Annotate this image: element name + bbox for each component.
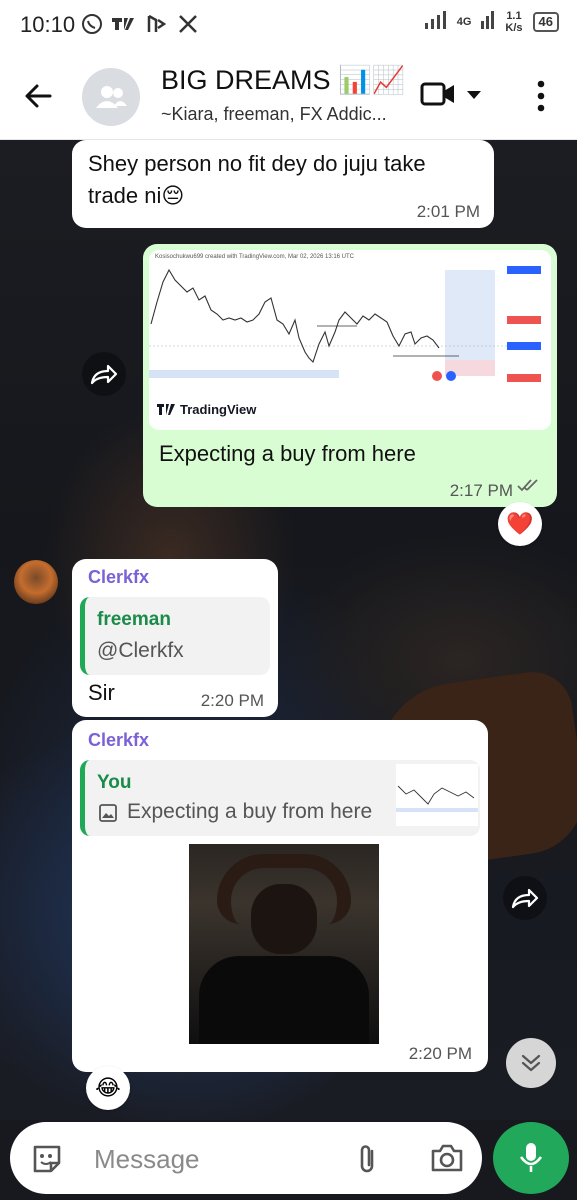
message-input[interactable]: Message	[10, 1122, 482, 1194]
quoted-message[interactable]: freeman @Clerkfx	[80, 597, 270, 675]
message-bubble-incoming[interactable]: Clerkfx freeman @Clerkfx Sir 2:20 PM	[72, 559, 278, 717]
message-bubble-outgoing[interactable]: Kosisochukwu699 created with TradingView…	[143, 244, 557, 507]
message-reaction[interactable]: ❤️	[498, 502, 542, 546]
network-type: 4G	[456, 16, 472, 28]
battery-indicator: 46	[532, 12, 559, 32]
chevron-down-icon	[521, 1054, 541, 1072]
read-receipt-icon	[517, 478, 543, 497]
chart-image-graphic	[149, 266, 541, 382]
meme-image-hands	[217, 854, 351, 924]
message-time: 2:20 PM	[408, 1044, 472, 1063]
mic-icon	[519, 1143, 543, 1172]
message-time: 2:17 PM	[449, 481, 513, 500]
quoted-chart-thumbnail	[396, 764, 478, 826]
chat-header: BIG DREAMS 📊📈 ~Kiara, freeman, FX Addic.…	[0, 50, 577, 140]
group-title-emoji: 📊📈	[338, 65, 406, 95]
message-text: Shey person no fit dey do juju take trad…	[88, 148, 468, 212]
quoted-text: Expecting a buy from here	[127, 800, 373, 823]
quoted-sender: You	[97, 772, 132, 793]
meme-image[interactable]	[189, 844, 379, 1044]
message-bubble-incoming[interactable]: Shey person no fit dey do juju take trad…	[72, 140, 494, 228]
quoted-sender: freeman	[97, 609, 171, 630]
tradingview-logo: TradingView	[157, 402, 256, 417]
composer-bar: Message	[0, 1120, 577, 1200]
message-time: 2:01 PM	[416, 202, 480, 221]
attach-icon[interactable]	[356, 1142, 380, 1181]
message-time: 2:20 PM	[200, 691, 264, 710]
sender-name[interactable]: Clerkfx	[88, 567, 149, 588]
message-placeholder: Message	[94, 1144, 200, 1174]
video-call-button[interactable]	[420, 78, 492, 114]
chart-image-header: Kosisochukwu699 created with TradingView…	[155, 254, 354, 260]
quoted-text: @Clerkfx	[97, 639, 184, 662]
mic-button[interactable]	[493, 1122, 569, 1194]
group-name: BIG DREAMS	[161, 65, 331, 95]
chart-image[interactable]: Kosisochukwu699 created with TradingView…	[149, 250, 551, 430]
back-arrow-icon[interactable]	[20, 78, 56, 114]
whatsapp-icon	[80, 12, 104, 36]
sender-name[interactable]: Clerkfx	[88, 730, 149, 751]
message-text: Expecting a buy from here	[159, 441, 416, 466]
status-time: 10:10	[20, 12, 76, 37]
message-body: Shey person no fit dey do juju take trad…	[88, 151, 426, 208]
sticker-icon[interactable]	[30, 1142, 64, 1181]
group-title[interactable]: BIG DREAMS 📊📈	[161, 64, 405, 96]
cube-icon	[144, 12, 168, 36]
status-right: 4G 1.1 K/s 46	[424, 10, 559, 34]
meme-image-body	[199, 956, 369, 1044]
group-members[interactable]: ~Kiara, freeman, FX Addic...	[161, 104, 401, 125]
more-vert-icon[interactable]	[528, 78, 554, 114]
scroll-to-bottom-button[interactable]	[506, 1038, 556, 1088]
chat-area[interactable]: Shey person no fit dey do juju take trad…	[0, 140, 577, 1120]
dropdown-icon	[466, 87, 482, 105]
message-bubble-incoming[interactable]: Clerkfx You Expecting a buy from here 2:…	[72, 720, 488, 1072]
sender-avatar[interactable]	[14, 560, 58, 604]
tv-icon	[112, 12, 136, 36]
status-bar: 10:10 4G 1.1 K/s 46	[0, 0, 577, 50]
forward-icon[interactable]	[82, 352, 126, 396]
tradingview-logo-mark	[157, 403, 175, 415]
network-speed-unit: K/s	[505, 22, 523, 34]
signal-icon-2	[481, 10, 495, 34]
image-icon	[99, 804, 117, 827]
forward-icon[interactable]	[503, 876, 547, 920]
network-speed-value: 1.1	[506, 10, 522, 22]
message-reaction[interactable]: 😂	[86, 1066, 130, 1110]
quoted-message[interactable]: You Expecting a buy from here	[80, 760, 480, 836]
signal-icon	[424, 10, 447, 34]
group-avatar-icon[interactable]	[82, 68, 140, 126]
video-call-icon	[420, 80, 456, 113]
notification-icons	[80, 12, 200, 36]
network-speed: 1.1 K/s	[505, 10, 522, 34]
message-text: Sir	[88, 680, 115, 705]
camera-icon[interactable]	[430, 1142, 464, 1179]
message-emoji: 😔	[161, 183, 185, 208]
tradingview-brand: TradingView	[180, 402, 257, 417]
x-logo-icon	[176, 12, 200, 36]
